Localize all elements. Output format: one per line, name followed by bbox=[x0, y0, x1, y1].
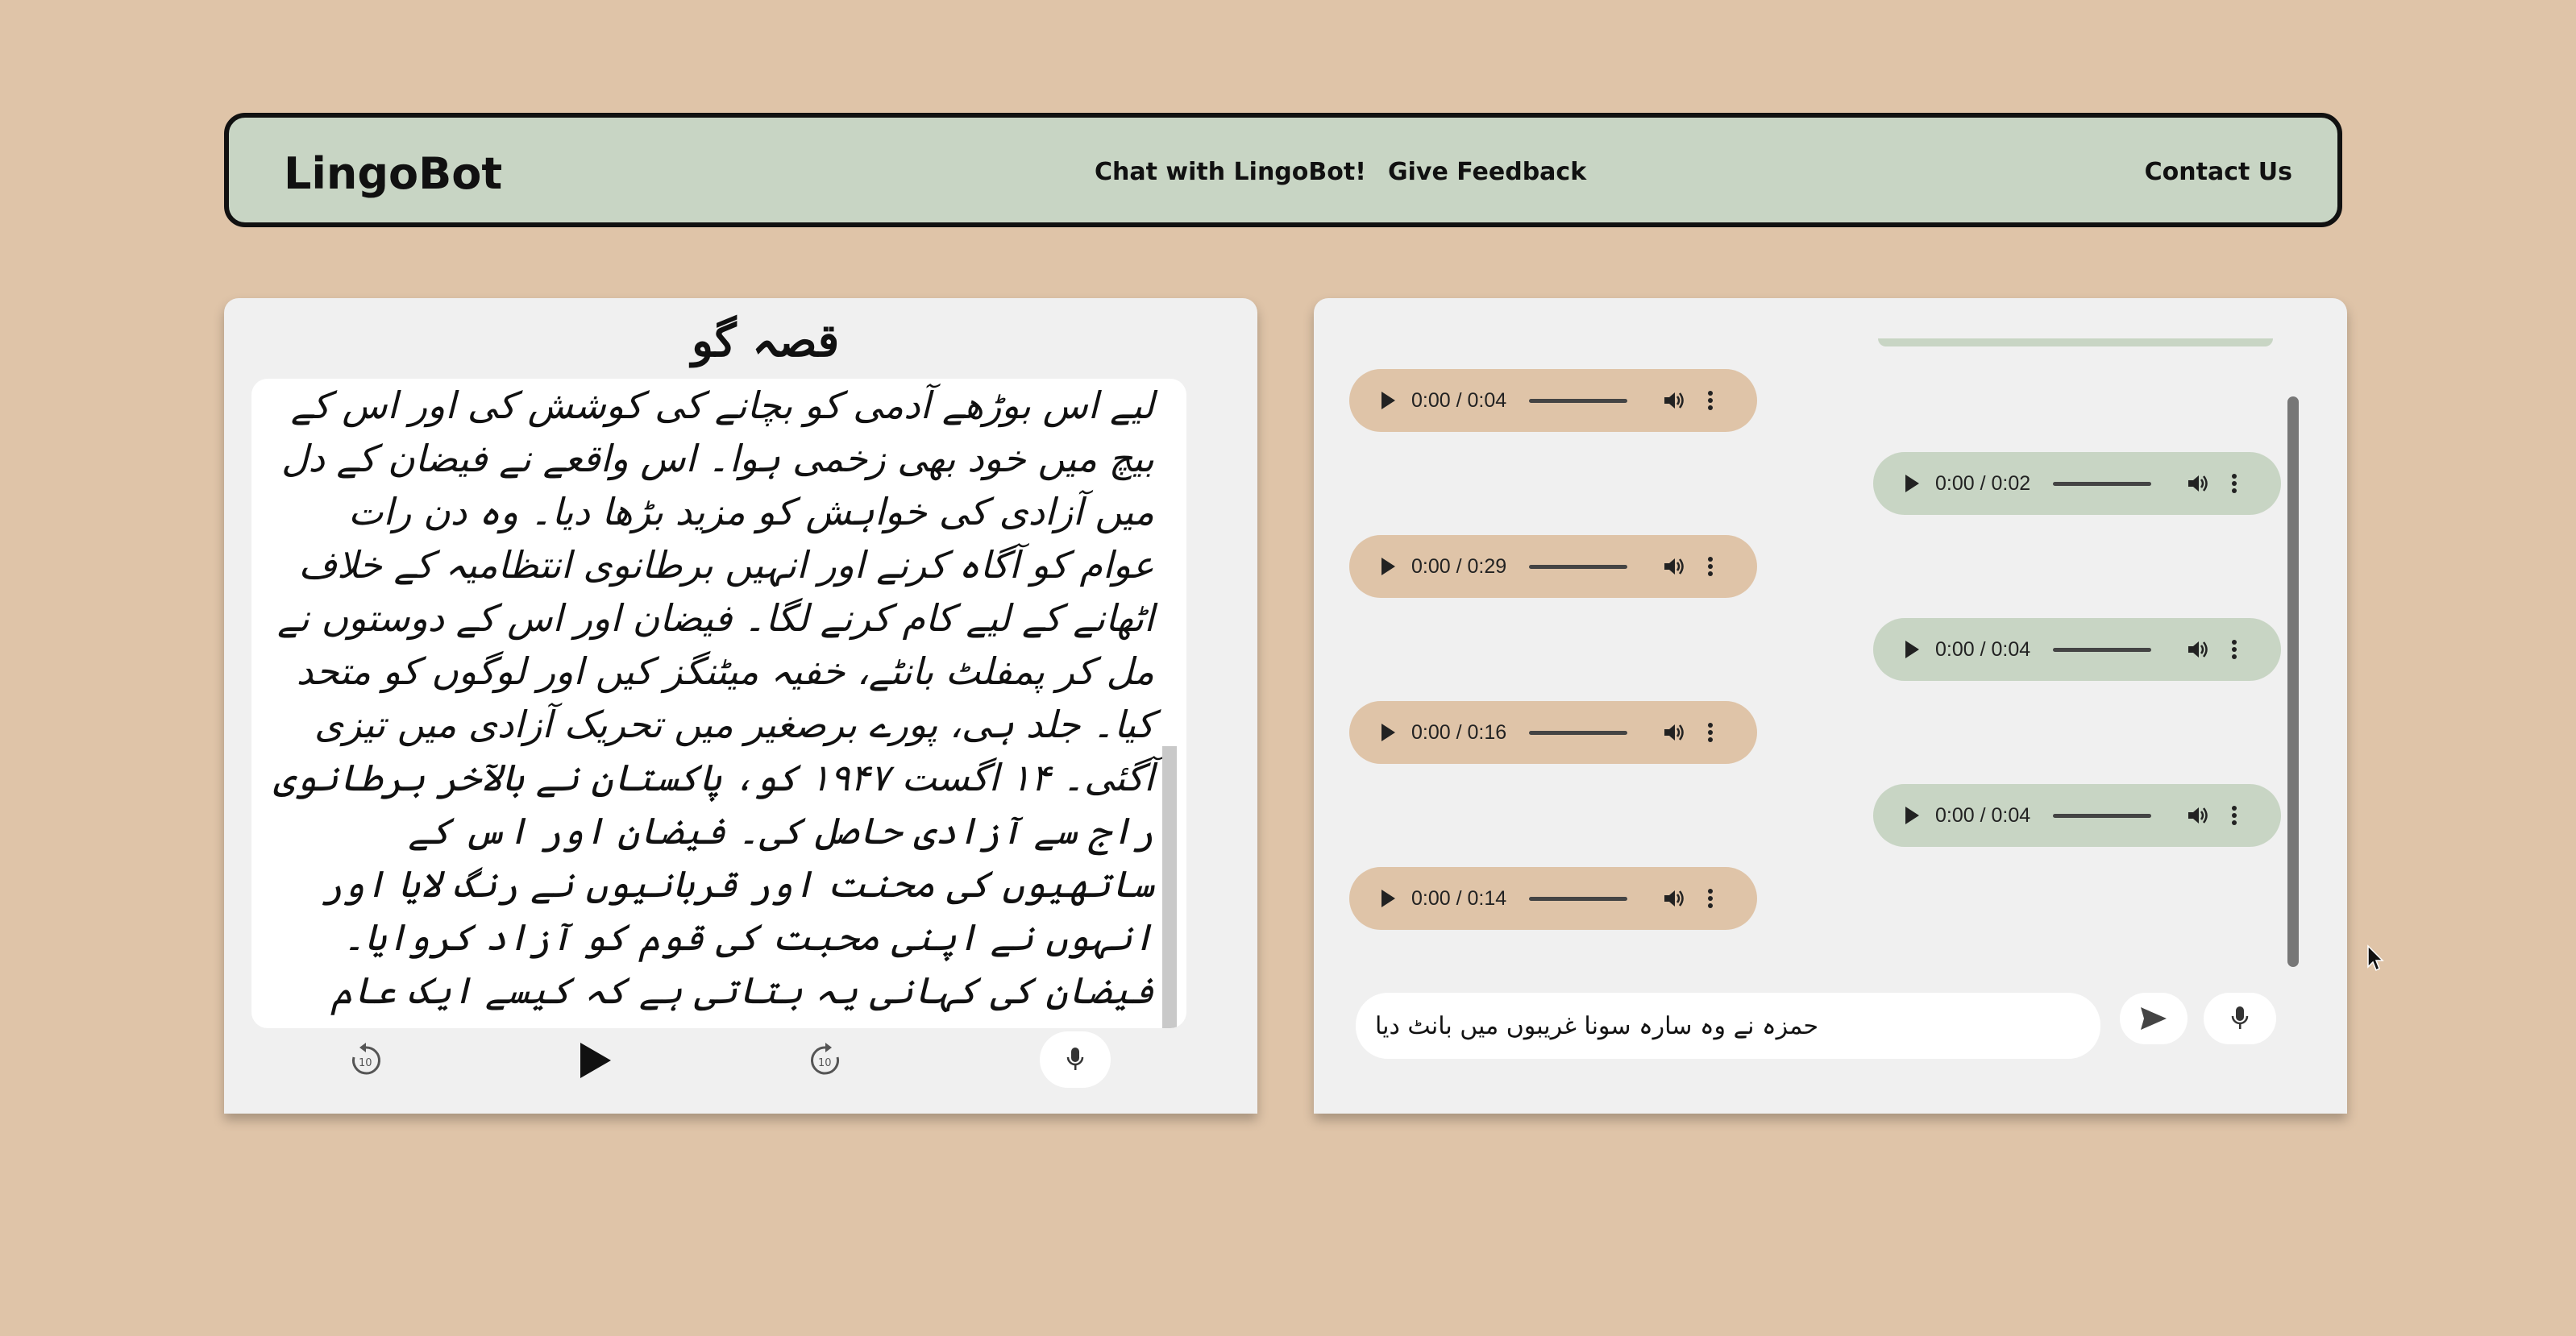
audio-time: 0:00 / 0:04 bbox=[1935, 803, 2031, 827]
audio-play-icon[interactable] bbox=[1381, 392, 1395, 409]
navbar: LingoBot Chat with LingoBot! Give Feedba… bbox=[224, 113, 2342, 227]
chat-scrollbar[interactable] bbox=[2287, 396, 2299, 967]
audio-progress-slider[interactable] bbox=[2053, 481, 2151, 486]
volume-icon[interactable] bbox=[1661, 720, 1685, 745]
nav-link-contact[interactable]: Contact Us bbox=[2145, 158, 2292, 186]
audio-time: 0:00 / 0:14 bbox=[1411, 886, 1507, 910]
svg-text:10: 10 bbox=[818, 1057, 832, 1069]
audio-message-user[interactable]: 0:00 / 0:02 bbox=[1873, 452, 2281, 515]
audio-progress-slider[interactable] bbox=[2053, 813, 2151, 818]
forward-10-icon: 10 bbox=[811, 1043, 839, 1075]
chat-panel: 0:00 / 0:04 0:00 / 0:02 0:00 / 0:29 0:00 / … bbox=[1314, 298, 2347, 1114]
more-options-icon[interactable] bbox=[1706, 886, 1714, 911]
story-controls: 10 10 bbox=[224, 1031, 1257, 1104]
story-panel: قصہ گو لیے اس بوڑھے آدمی کو بچانے کی کوش… bbox=[224, 298, 1257, 1114]
audio-message-user[interactable]: 0:00 / 0:04 bbox=[1873, 784, 2281, 847]
replay-10-icon: 10 bbox=[352, 1043, 380, 1075]
audio-message-user[interactable]: 0:00 / 0:04 bbox=[1873, 618, 2281, 681]
more-options-icon[interactable] bbox=[1706, 720, 1714, 745]
more-options-icon[interactable] bbox=[1706, 388, 1714, 413]
chat-mic-button[interactable] bbox=[2204, 993, 2276, 1044]
story-text-box[interactable]: لیے اس بوڑھے آدمی کو بچانے کی کوشش کی او… bbox=[251, 379, 1186, 1028]
svg-text:10: 10 bbox=[359, 1057, 372, 1069]
story-scrollbar[interactable] bbox=[1162, 746, 1177, 1028]
audio-message-bot[interactable]: 0:00 / 0:04 bbox=[1349, 369, 1757, 432]
audio-play-icon[interactable] bbox=[1905, 475, 1919, 492]
story-text: لیے اس بوڑھے آدمی کو بچانے کی کوشش کی او… bbox=[273, 384, 1154, 1028]
story-play-button[interactable] bbox=[572, 1038, 617, 1083]
chat-input[interactable]: حمزہ نے وہ سارہ سونا غریبوں میں بانٹ دیا bbox=[1356, 993, 2100, 1059]
more-options-icon[interactable] bbox=[1706, 554, 1714, 579]
audio-play-icon[interactable] bbox=[1381, 890, 1395, 907]
audio-message-bot[interactable]: 0:00 / 0:16 bbox=[1349, 701, 1757, 764]
rewind-10-button[interactable]: 10 bbox=[343, 1038, 388, 1083]
more-options-icon[interactable] bbox=[2230, 471, 2238, 496]
mouse-cursor-icon bbox=[2367, 944, 2384, 972]
play-icon bbox=[580, 1043, 611, 1078]
nav-link-chat[interactable]: Chat with LingoBot! bbox=[1095, 158, 1366, 186]
audio-progress-slider[interactable] bbox=[1529, 730, 1627, 735]
volume-icon[interactable] bbox=[1661, 886, 1685, 911]
audio-progress-slider[interactable] bbox=[1529, 564, 1627, 569]
volume-icon[interactable] bbox=[1661, 388, 1685, 413]
audio-play-icon[interactable] bbox=[1381, 724, 1395, 741]
volume-icon[interactable] bbox=[2185, 637, 2209, 662]
forward-10-button[interactable]: 10 bbox=[803, 1038, 848, 1083]
message-bubble-partial bbox=[1878, 338, 2273, 346]
send-icon bbox=[2141, 1007, 2167, 1030]
microphone-icon bbox=[2231, 1006, 2249, 1029]
nav-link-feedback[interactable]: Give Feedback bbox=[1388, 158, 1586, 186]
story-mic-button[interactable] bbox=[1040, 1031, 1111, 1088]
audio-progress-slider[interactable] bbox=[2053, 647, 2151, 652]
audio-time: 0:00 / 0:02 bbox=[1935, 471, 2031, 495]
microphone-icon bbox=[1066, 1048, 1084, 1070]
audio-progress-slider[interactable] bbox=[1529, 896, 1627, 901]
more-options-icon[interactable] bbox=[2230, 803, 2238, 828]
send-button[interactable] bbox=[2120, 993, 2188, 1044]
story-title: قصہ گو bbox=[692, 314, 840, 367]
brand-logo[interactable]: LingoBot bbox=[284, 148, 502, 199]
audio-time: 0:00 / 0:04 bbox=[1411, 388, 1507, 412]
audio-time: 0:00 / 0:04 bbox=[1935, 637, 2031, 661]
more-options-icon[interactable] bbox=[2230, 637, 2238, 662]
audio-message-bot[interactable]: 0:00 / 0:14 bbox=[1349, 867, 1757, 930]
audio-play-icon[interactable] bbox=[1905, 641, 1919, 658]
audio-message-bot[interactable]: 0:00 / 0:29 bbox=[1349, 535, 1757, 598]
audio-play-icon[interactable] bbox=[1381, 558, 1395, 575]
audio-play-icon[interactable] bbox=[1905, 807, 1919, 824]
audio-progress-slider[interactable] bbox=[1529, 398, 1627, 403]
audio-time: 0:00 / 0:16 bbox=[1411, 720, 1507, 744]
volume-icon[interactable] bbox=[1661, 554, 1685, 579]
volume-icon[interactable] bbox=[2185, 803, 2209, 828]
volume-icon[interactable] bbox=[2185, 471, 2209, 496]
audio-time: 0:00 / 0:29 bbox=[1411, 554, 1507, 578]
